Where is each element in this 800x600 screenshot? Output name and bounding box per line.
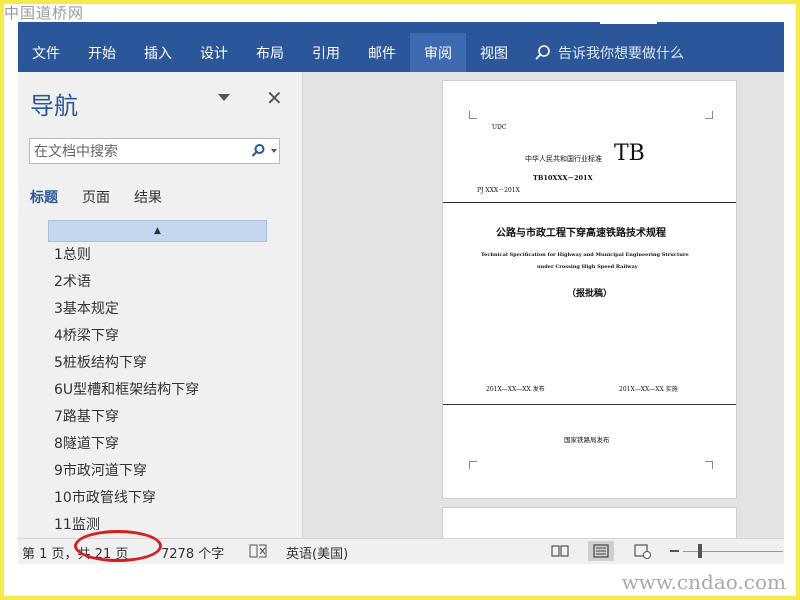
document-title-en-2: under Crossing High Speed Railway: [537, 264, 638, 270]
ribbon-tab-bar: 文件 开始 插入 设计 布局 引用 邮件 审阅 视图 告诉我你想要做什么: [18, 33, 784, 72]
document-title-en-1: Technical Specification for Highway and …: [481, 252, 689, 258]
red-highlight-oval: [74, 530, 162, 562]
document-page-2[interactable]: [442, 507, 737, 538]
publisher: 国家铁路局发布: [564, 436, 610, 444]
pj-code: PJ XXX－201X: [477, 187, 520, 194]
collapse-headings-button[interactable]: ▲: [48, 220, 267, 242]
tab-file[interactable]: 文件: [18, 33, 74, 72]
heading-item[interactable]: 2术语: [54, 271, 199, 298]
tab-view[interactable]: 视图: [466, 33, 522, 72]
heading-item[interactable]: 6U型槽和框架结构下穿: [54, 379, 199, 406]
publish-date: 201X—XX—XX 发布: [486, 386, 545, 393]
word-count[interactable]: 7278 个字: [161, 543, 224, 562]
standard-code: TB10XXX－201X: [533, 174, 593, 182]
search-input[interactable]: [32, 141, 246, 163]
heading-item[interactable]: 8隧道下穿: [54, 433, 199, 460]
heading-item[interactable]: 10市政管线下穿: [54, 487, 199, 514]
nav-tabs: 标题 页面 结果: [30, 187, 162, 207]
heading-list: 1总则 2术语 3基本规定 4桥梁下穿 5桩板结构下穿 6U型槽和框架结构下穿 …: [54, 244, 199, 538]
tab-mailings[interactable]: 邮件: [354, 33, 410, 72]
document-title-cn: 公路与市政工程下穿高速铁路技术规程: [496, 228, 666, 239]
zoom-out-icon[interactable]: [670, 550, 679, 552]
tab-layout[interactable]: 布局: [242, 33, 298, 72]
search-options-chevron-icon[interactable]: [271, 149, 277, 153]
title-bar-strip: [18, 22, 784, 33]
heading-item[interactable]: 1总则: [54, 244, 199, 271]
search-icon[interactable]: [250, 143, 266, 159]
tell-me-text: 告诉我你想要做什么: [558, 45, 684, 62]
nav-pane-title: 导航: [30, 92, 78, 120]
close-icon[interactable]: ✕: [266, 88, 283, 108]
nav-tab-pages[interactable]: 页面: [82, 187, 110, 207]
tab-insert[interactable]: 插入: [130, 33, 186, 72]
read-mode-icon[interactable]: [547, 541, 573, 561]
udc-label: UDC: [492, 124, 507, 131]
crop-mark: [705, 461, 713, 469]
footer-rule: [443, 404, 736, 405]
zoom-slider-handle[interactable]: [698, 544, 702, 558]
heading-item[interactable]: 4桥梁下穿: [54, 325, 199, 352]
language[interactable]: 英语(美国): [286, 543, 348, 562]
draft-stage: （报批稿）: [567, 289, 613, 299]
heading-item[interactable]: 7路基下穿: [54, 406, 199, 433]
tab-review[interactable]: 审阅: [410, 33, 466, 72]
tb-mark: TB: [614, 141, 645, 166]
nav-tab-results[interactable]: 结果: [134, 187, 162, 207]
tab-design[interactable]: 设计: [186, 33, 242, 72]
collapse-up-icon: ▲: [154, 226, 161, 236]
crop-mark: [469, 111, 477, 119]
tab-references[interactable]: 引用: [298, 33, 354, 72]
heading-item[interactable]: 5桩板结构下穿: [54, 352, 199, 379]
tab-home[interactable]: 开始: [74, 33, 130, 72]
crop-mark: [469, 461, 477, 469]
print-layout-icon[interactable]: [588, 541, 614, 561]
document-canvas[interactable]: UDC 中华人民共和国行业标准 TB TB10XXX－201X PJ XXX－2…: [303, 72, 784, 538]
proofing-icon[interactable]: [249, 544, 267, 558]
nav-tab-headings[interactable]: 标题: [30, 187, 58, 207]
web-layout-icon[interactable]: [629, 541, 655, 561]
header-rule: [443, 202, 736, 203]
heading-item[interactable]: 9市政河道下穿: [54, 460, 199, 487]
implement-date: 201X—XX—XX 实施: [619, 386, 678, 393]
standard-header: 中华人民共和国行业标准: [525, 155, 602, 163]
navigation-pane: 导航 ✕ 标题 页面 结果 ▲ 1总则 2术语 3基本规定 4桥梁下穿 5桩板结…: [18, 72, 303, 538]
nav-search-box[interactable]: [29, 138, 280, 164]
crop-mark: [705, 111, 713, 119]
watermark-top: 中国道桥网: [4, 4, 85, 22]
lightbulb-search-icon: [535, 44, 550, 60]
heading-item[interactable]: 3基本规定: [54, 298, 199, 325]
tell-me-box[interactable]: 告诉我你想要做什么: [534, 33, 684, 72]
document-page[interactable]: UDC 中华人民共和国行业标准 TB TB10XXX－201X PJ XXX－2…: [442, 80, 737, 499]
pane-options-chevron-icon[interactable]: [218, 94, 230, 101]
watermark-bottom: www.cndao.com: [621, 570, 786, 594]
